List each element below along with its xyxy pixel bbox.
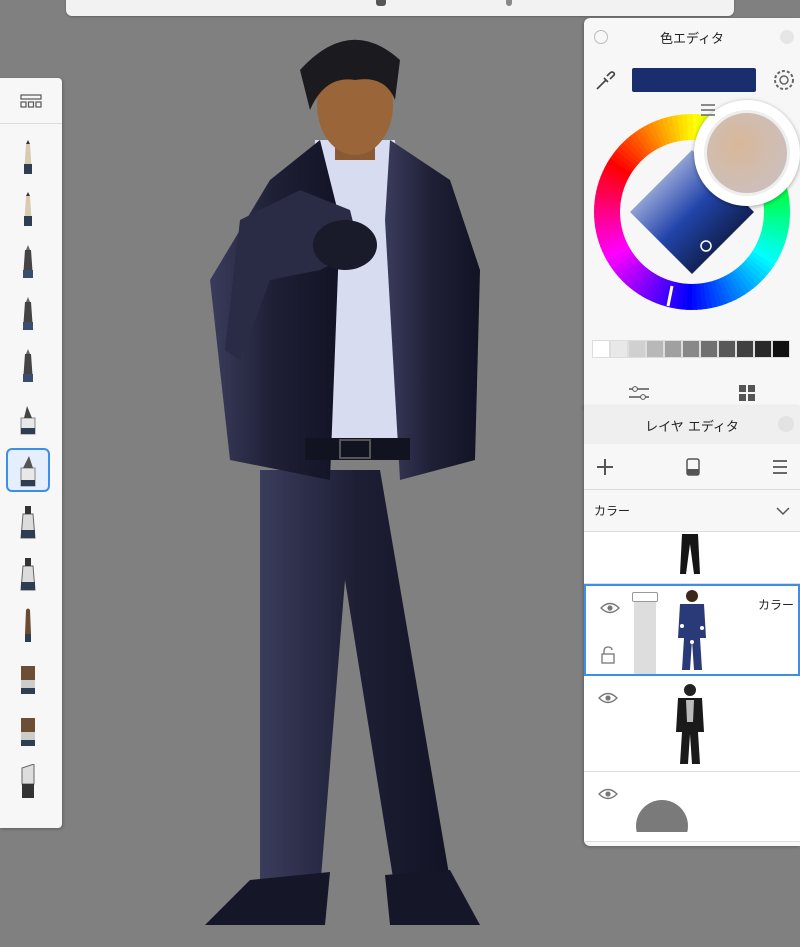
panel-toggle-icon[interactable] [780, 30, 794, 44]
color-swatch[interactable] [646, 340, 664, 358]
layer-thumbnail [680, 534, 700, 574]
eraser-icon[interactable] [685, 457, 701, 476]
brush-flat-icon[interactable] [6, 656, 50, 700]
color-swatch[interactable] [682, 340, 700, 358]
color-swatch[interactable] [754, 340, 772, 358]
color-swatch[interactable] [592, 340, 610, 358]
color-swatch[interactable] [736, 340, 754, 358]
brush-library-button[interactable] [0, 78, 62, 124]
layer-item[interactable] [584, 676, 800, 772]
brush-airbrush-icon[interactable] [6, 552, 50, 596]
blend-mode-value: カラー [594, 504, 631, 518]
opacity-slider[interactable] [632, 592, 658, 674]
blend-mode-select[interactable]: カラー [584, 490, 800, 532]
panel-toggle-icon[interactable] [778, 416, 794, 432]
color-editor-header: 色エディタ [584, 18, 800, 56]
color-editor-tabs [584, 378, 800, 408]
layer-toolbar [584, 444, 800, 490]
color-swatch[interactable] [700, 340, 718, 358]
brush-marker-icon[interactable] [6, 240, 50, 284]
layer-editor-header: レイヤ エディタ [584, 406, 800, 444]
panel-pin-icon[interactable] [594, 30, 608, 44]
color-swatch[interactable] [628, 340, 646, 358]
eyedropper-icon[interactable] [594, 70, 616, 92]
color-swatch[interactable] [718, 340, 736, 358]
brush-library [0, 78, 62, 828]
color-loupe [694, 100, 800, 206]
sliders-icon[interactable] [627, 384, 651, 402]
brush-pencil-icon[interactable] [6, 136, 50, 180]
layer-thumbnail [636, 800, 688, 832]
layer-thumbnail [678, 590, 706, 670]
color-swatch[interactable] [610, 340, 628, 358]
layer-editor-panel: レイヤ エディタ カラー カラー [584, 406, 800, 846]
color-editor-panel: 色エディタ [584, 18, 800, 408]
grayscale-swatches [592, 340, 790, 358]
brush-brush-icon[interactable] [6, 604, 50, 648]
top-toolbar [66, 0, 734, 16]
loupe-sample-icon [704, 110, 790, 196]
brush-marker-icon[interactable] [6, 292, 50, 336]
grid-icon [20, 93, 42, 108]
brush-airbrush-icon[interactable] [6, 500, 50, 544]
color-editor-title: 色エディタ [659, 31, 725, 47]
toolbar-more-icon[interactable] [506, 0, 512, 6]
canvas-artwork[interactable] [150, 20, 570, 940]
opacity-slider-handle[interactable] [632, 592, 658, 602]
current-color-swatch[interactable] [632, 68, 756, 92]
brush-highlighter-icon[interactable] [6, 448, 50, 492]
lock-icon[interactable] [600, 646, 616, 664]
grid-swatches-icon[interactable] [737, 384, 757, 402]
layer-menu-icon[interactable] [772, 459, 788, 474]
toolbar-handle-icon[interactable] [376, 0, 386, 6]
color-swatch[interactable] [664, 340, 682, 358]
layer-item[interactable]: カラー [584, 584, 800, 676]
layer-item[interactable] [584, 772, 800, 842]
brush-flat-icon[interactable] [6, 708, 50, 752]
color-picker-ring-icon[interactable] [772, 68, 796, 92]
layer-item[interactable] [584, 532, 800, 584]
layer-thumbnail [676, 684, 704, 764]
layer-editor-title: レイヤ エディタ [645, 419, 739, 435]
brush-chisel-icon[interactable] [6, 396, 50, 440]
eye-icon[interactable] [598, 788, 618, 800]
add-layer-icon[interactable] [596, 458, 614, 476]
color-swatch[interactable] [772, 340, 790, 358]
chevron-down-icon [776, 506, 790, 515]
brush-marker-icon[interactable] [6, 344, 50, 388]
layer-name: カラー [757, 598, 794, 612]
eye-icon[interactable] [600, 602, 620, 614]
brush-pencil-icon[interactable] [6, 188, 50, 232]
menu-icon[interactable] [700, 104, 716, 116]
brush-paint-icon[interactable] [6, 760, 50, 804]
eye-icon[interactable] [598, 692, 618, 704]
